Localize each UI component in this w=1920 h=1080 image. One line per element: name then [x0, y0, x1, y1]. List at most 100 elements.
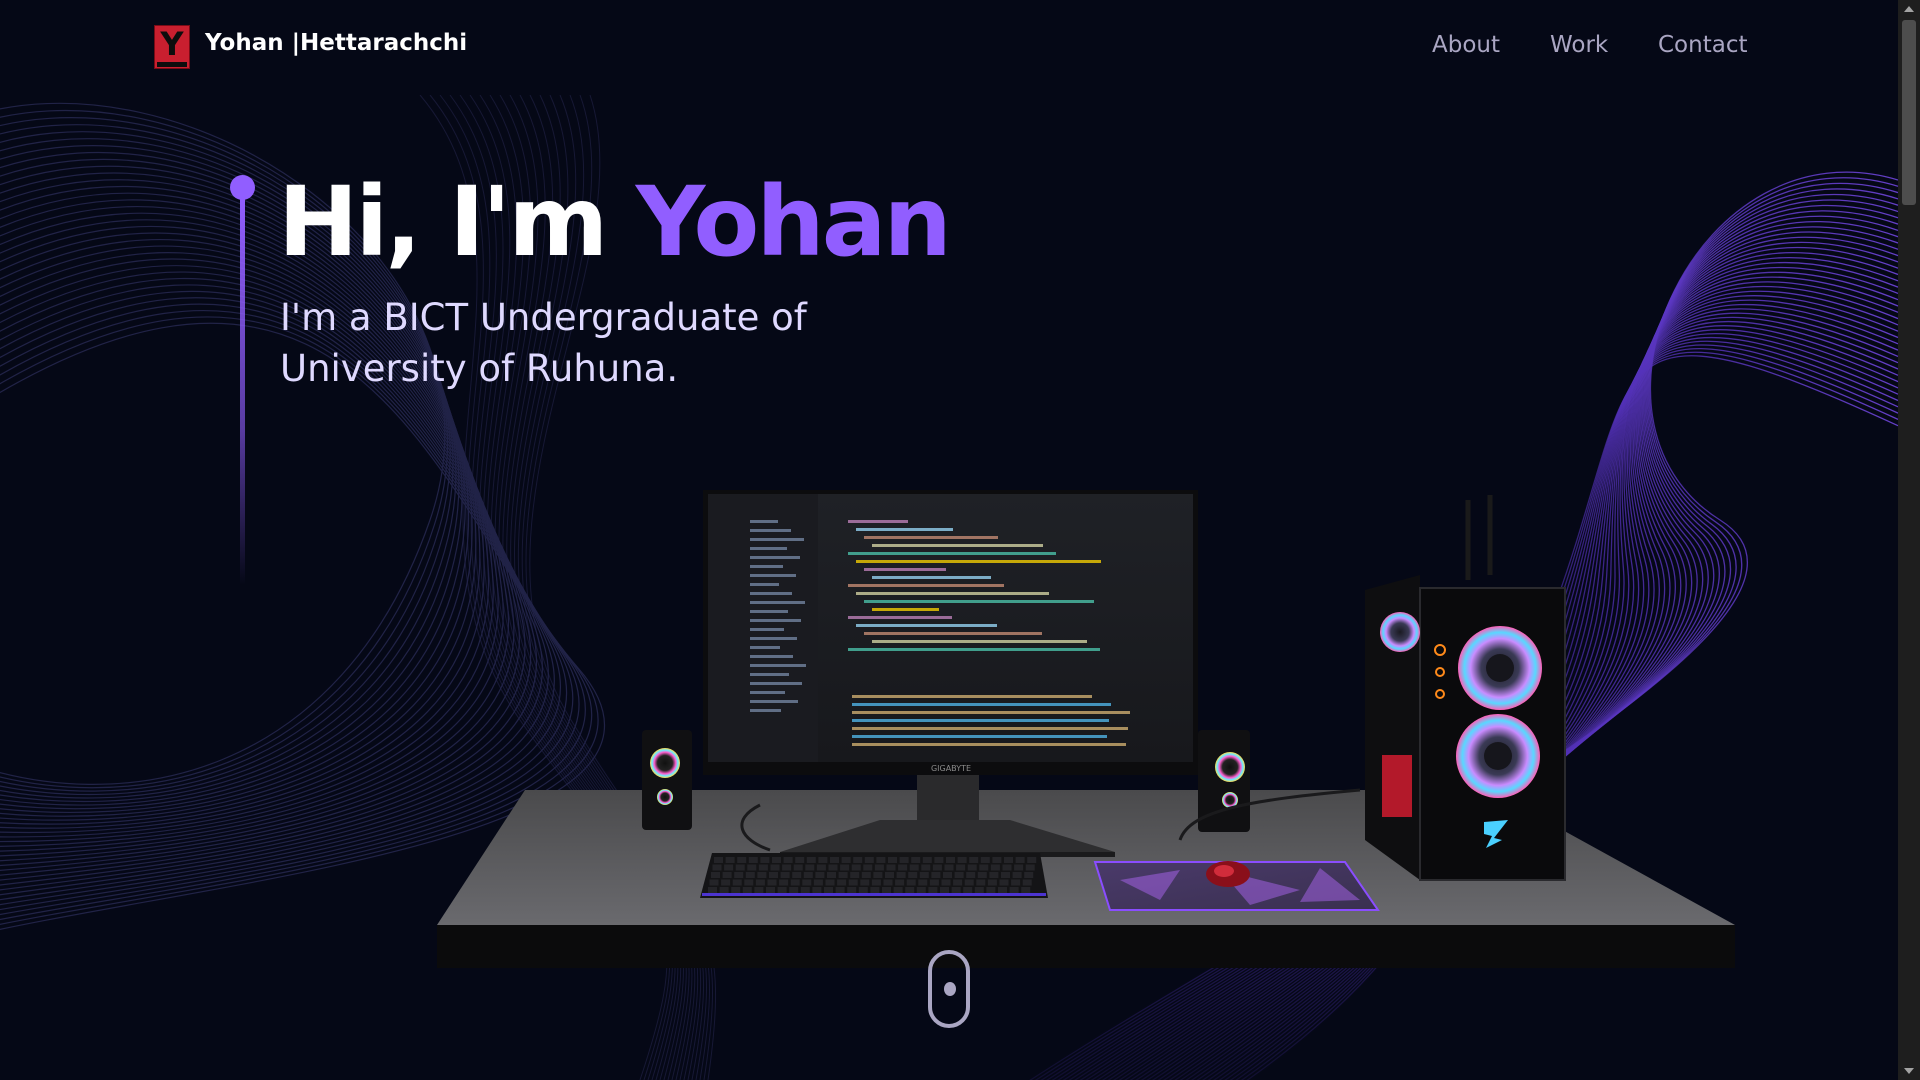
file-tree-line	[750, 547, 787, 550]
file-tree-line	[750, 619, 801, 622]
keyboard-key	[954, 872, 964, 878]
file-tree-line	[750, 673, 789, 676]
keyboard-key	[769, 872, 778, 878]
keyboard-key	[953, 879, 963, 886]
keyboard-key	[711, 872, 720, 878]
keyboard-key	[1025, 864, 1035, 871]
scroll-down-arrow-icon[interactable]	[1904, 1068, 1914, 1074]
scrollbar-thumb[interactable]	[1902, 20, 1916, 205]
keyboard-key	[721, 879, 731, 886]
keyboard-key	[966, 872, 976, 878]
file-tree-line	[750, 628, 784, 631]
file-tree-line	[750, 610, 788, 613]
keyboard-key	[734, 872, 744, 878]
file-tree-line	[750, 655, 793, 658]
keyboard-key	[990, 864, 1000, 871]
brand-name[interactable]: Yohan |Hettarachchi	[205, 30, 467, 56]
keyboard-key	[885, 872, 894, 878]
nav-link-work[interactable]: Work	[1550, 32, 1608, 58]
mouse-highlight	[1214, 865, 1234, 877]
code-line	[848, 648, 1100, 651]
fan-hub-bottom	[1484, 742, 1512, 770]
terminal-line	[852, 727, 1128, 730]
file-tree-line	[750, 691, 785, 694]
keyboard-key	[712, 864, 722, 871]
keyboard-key	[851, 864, 861, 871]
file-tree-line	[750, 565, 783, 568]
keyboard-key	[929, 879, 939, 886]
keyboard-key	[980, 857, 990, 863]
keyboard-key	[737, 857, 747, 863]
logo-tag	[157, 62, 187, 67]
keyboard-key	[724, 864, 734, 871]
scroll-up-arrow-icon[interactable]	[1904, 6, 1914, 12]
keyboard-key	[748, 857, 758, 863]
keyboard-key	[943, 872, 952, 878]
mouse-scroll-icon[interactable]	[928, 950, 970, 1028]
code-line	[856, 624, 997, 627]
file-tree-line	[750, 682, 802, 685]
left-speaker-ring-bottom	[657, 789, 673, 805]
keyboard-key	[992, 857, 1002, 863]
keyboard-key	[709, 879, 719, 886]
keyboard-key	[888, 857, 897, 863]
keyboard-key	[735, 864, 745, 871]
keyboard-key	[708, 887, 717, 893]
keyboard-key	[999, 879, 1009, 886]
file-tree-line	[750, 538, 804, 541]
keyboard-key	[916, 887, 926, 893]
nav-link-contact[interactable]: Contact	[1658, 32, 1747, 58]
file-tree-line	[750, 664, 806, 667]
keyboard-key	[876, 857, 886, 863]
keyboard-key	[1009, 887, 1019, 893]
keyboard-key	[766, 887, 775, 893]
keyboard-key	[770, 864, 780, 871]
file-tree-line	[750, 556, 800, 559]
file-tree-line	[750, 700, 798, 703]
logo-letter: Y	[160, 25, 184, 63]
keyboard-key	[893, 887, 903, 893]
keyboard-key	[767, 879, 777, 886]
keyboard-key	[777, 887, 787, 893]
keyboard-key	[783, 857, 793, 863]
keyboard-key	[714, 857, 723, 863]
keyboard-key	[986, 887, 996, 893]
keyboard-key	[853, 857, 863, 863]
code-line	[856, 592, 1049, 595]
desk-front	[437, 925, 1735, 968]
keyboard-key	[815, 872, 825, 878]
keyboard-key	[806, 857, 816, 863]
keyboard-key	[747, 864, 757, 871]
file-tree-line	[750, 637, 797, 640]
terminal-line	[852, 735, 1107, 738]
code-line	[872, 608, 939, 611]
keyboard-key	[908, 872, 918, 878]
nav-link-about[interactable]: About	[1432, 32, 1500, 58]
keyboard-key	[883, 879, 893, 886]
fan-hub-top	[1486, 654, 1514, 682]
keyboard-key	[802, 879, 812, 886]
keyboard-key	[847, 887, 857, 893]
hero-subtitle: I'm a BICT Undergraduate of University o…	[280, 296, 807, 390]
keyboard-key	[911, 857, 921, 863]
code-line	[848, 552, 1056, 555]
code-line	[848, 616, 952, 619]
keyboard-key	[956, 864, 966, 871]
keyboard-key	[835, 887, 845, 893]
keyboard-key	[858, 887, 868, 893]
logo-icon[interactable]: Y	[154, 25, 190, 69]
keyboard-key	[850, 872, 860, 878]
keyboard-key	[873, 872, 883, 878]
keyboard-key	[906, 879, 916, 886]
page-scrollbar[interactable]	[1898, 0, 1920, 1080]
terminal-line	[852, 695, 1092, 698]
keyboard-key	[1012, 872, 1022, 878]
keyboard-key	[841, 857, 851, 863]
keyboard-key	[969, 857, 979, 863]
keyboard-key	[928, 887, 938, 893]
code-line	[864, 632, 1042, 635]
keyboard-key	[932, 864, 942, 871]
right-speaker-ring-top	[1215, 752, 1245, 782]
keyboard-key	[1027, 857, 1037, 863]
hero-title: Hi, I'm Yohan	[278, 162, 952, 282]
